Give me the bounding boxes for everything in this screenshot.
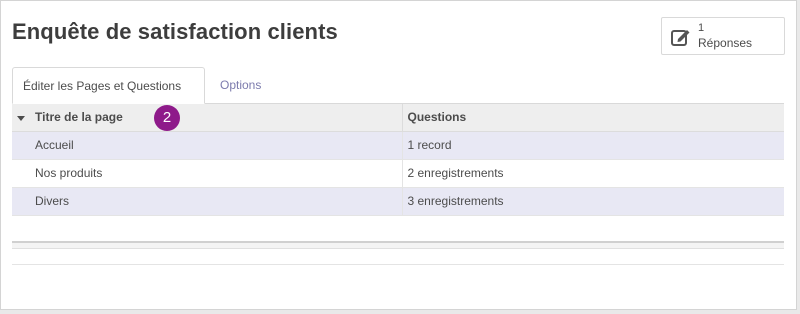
table-header-row: Titre de la page 2 Questions — [12, 104, 784, 132]
table-footer — [12, 241, 784, 249]
table-row[interactable]: Nos produits 2 enregistrements — [12, 159, 784, 188]
tab-edit-pages-questions[interactable]: Éditer les Pages et Questions — [12, 67, 205, 104]
divider — [12, 264, 784, 265]
responses-count: 1 — [698, 22, 705, 34]
pages-table: Titre de la page 2 Questions Accueil 1 r… — [12, 104, 784, 216]
caret-down-icon — [17, 116, 25, 122]
annotation-badge: 2 — [154, 105, 180, 131]
cell-questions: 3 enregistrements — [402, 187, 784, 216]
responses-button[interactable]: 1 Réponses — [661, 17, 785, 55]
tab-options[interactable]: Options — [210, 67, 271, 104]
group-toggle[interactable] — [12, 104, 31, 132]
cell-page-title: Accueil — [31, 131, 403, 160]
cell-questions: 2 enregistrements — [402, 159, 784, 188]
cell-questions: 1 record — [402, 131, 784, 160]
form-sheet: Enquête de satisfaction clients 1 Répons… — [0, 0, 797, 310]
column-header-page-title-label: Titre de la page — [35, 110, 123, 125]
table-row[interactable]: Divers 3 enregistrements — [12, 187, 784, 216]
cell-page-title: Nos produits — [31, 159, 403, 188]
responses-label: Réponses — [698, 36, 753, 50]
edit-icon — [670, 26, 692, 48]
column-header-page-title[interactable]: Titre de la page 2 — [31, 104, 403, 132]
page-title: Enquête de satisfaction clients — [12, 19, 338, 44]
cell-page-title: Divers — [31, 187, 403, 216]
notebook-tabs: Éditer les Pages et Questions Options — [12, 67, 784, 104]
table-row[interactable]: Accueil 1 record — [12, 131, 784, 160]
column-header-questions[interactable]: Questions — [402, 104, 784, 132]
